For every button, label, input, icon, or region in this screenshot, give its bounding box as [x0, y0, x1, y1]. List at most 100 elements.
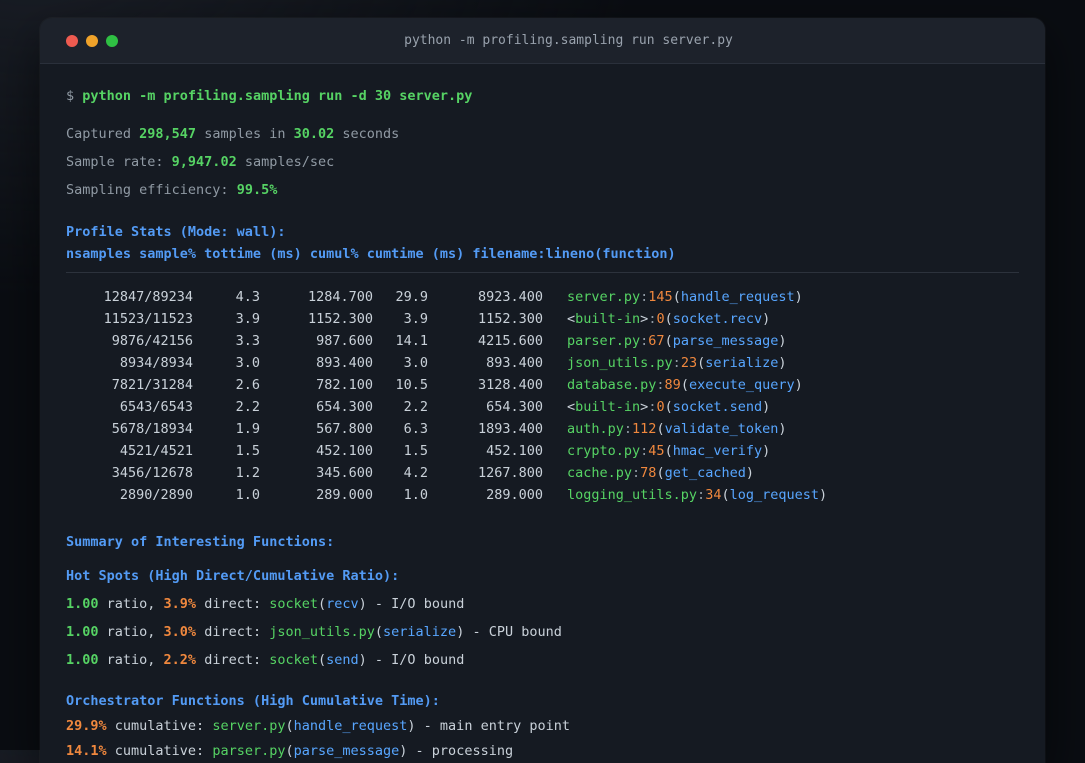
cell-location: logging_utils.py:34(log_request)	[567, 484, 827, 506]
text-segment: ratio,	[98, 652, 164, 668]
text-segment: )	[794, 377, 803, 393]
maximize-button[interactable]	[106, 34, 118, 47]
text-segment: )	[407, 718, 416, 734]
text-segment: <	[567, 311, 576, 327]
cell-location: server.py:145(handle_request)	[567, 286, 803, 308]
cell-location: cache.py:78(get_cached)	[567, 462, 754, 484]
sample-rate-line: Sample rate: 9,947.02 samples/sec	[66, 152, 1019, 172]
stats-row: 4521/4521 1.5 452.100 1.5 452.100 crypto.py:4…	[66, 440, 1019, 462]
text-segment: 23	[680, 355, 698, 371]
stats-row: 11523/11523 3.9 1152.300 3.9 1152.300 <built-…	[66, 308, 1019, 330]
text-segment: )	[778, 355, 787, 371]
text-segment: $	[66, 88, 83, 104]
text-segment: json_utils.py	[567, 355, 673, 371]
text-segment: built-in	[575, 311, 641, 327]
text-segment: 3.0%	[163, 624, 197, 640]
stats-column-header: nsamples sample% tottime (ms) cumul% cum…	[66, 244, 1019, 264]
cell-cp: 6.3	[403, 421, 428, 437]
cell-sp: 2.2	[235, 399, 260, 415]
text-segment: 9,947.02	[171, 154, 237, 170]
text-segment: socket	[269, 652, 318, 668]
text-segment: nsamples sample% tottime (ms) cumul% cum…	[66, 246, 676, 262]
command-section: $ python -m profiling.sampling run -d 30…	[66, 64, 1019, 106]
cell-location: <built-in>:0(socket.send)	[567, 396, 770, 418]
text-segment: - main entry point	[415, 718, 570, 734]
cell-n: 2890/2890	[119, 487, 193, 503]
text-segment: 34	[705, 487, 722, 503]
window-titlebar[interactable]: python -m profiling.sampling run server.…	[40, 18, 1045, 64]
text-segment: (	[664, 399, 673, 415]
orchestrator-title: Orchestrator Functions (High Cumulative …	[66, 691, 1019, 711]
text-segment: Summary of Interesting Functions:	[66, 534, 335, 550]
cell-sp: 3.0	[235, 355, 260, 371]
text-segment: seconds	[334, 126, 400, 142]
cell-location: auth.py:112(validate_token)	[567, 418, 787, 440]
text-segment: :	[623, 421, 633, 437]
cell-n: 8934/8934	[119, 355, 193, 371]
cell-n: 5678/18934	[111, 421, 193, 437]
cell-location: crypto.py:45(hmac_verify)	[567, 440, 770, 462]
table-divider	[66, 272, 1019, 273]
text-segment: (	[656, 465, 665, 481]
cell-ct: 1267.800	[477, 465, 543, 481]
text-segment: parser.py	[212, 743, 286, 759]
text-segment: 29.9%	[66, 718, 107, 734]
text-segment: logging_utils.py	[567, 487, 698, 503]
text-segment: )	[819, 487, 828, 503]
text-segment: (	[318, 652, 327, 668]
cell-ct: 8923.400	[477, 289, 543, 305]
text-segment: - CPU bound	[464, 624, 562, 640]
cell-tt: 1152.300	[307, 311, 373, 327]
text-segment: 0	[656, 399, 665, 415]
text-segment: ratio,	[98, 596, 164, 612]
text-segment: 14.1%	[66, 743, 107, 759]
text-segment: )	[762, 311, 771, 327]
cell-tt: 987.600	[316, 333, 373, 349]
text-segment: Hot Spots (High Direct/Cumulative Ratio)…	[66, 568, 400, 584]
text-segment: 1.00	[66, 624, 99, 640]
hot-spot-line: 1.00 ratio, 3.9% direct: socket(recv) - …	[66, 594, 1019, 614]
text-segment: (	[672, 289, 681, 305]
text-segment: 112	[632, 421, 657, 437]
minimize-button[interactable]	[86, 34, 98, 47]
cell-ct: 289.000	[486, 487, 543, 503]
window-title: python -m profiling.sampling run server.…	[404, 33, 733, 48]
text-segment: 2.2%	[163, 652, 197, 668]
text-segment: )	[794, 289, 803, 305]
window-controls	[66, 34, 118, 47]
close-button[interactable]	[66, 34, 78, 47]
cell-sp: 4.3	[235, 289, 260, 305]
text-segment: <	[567, 399, 576, 415]
terminal-screen[interactable]: $ python -m profiling.sampling run -d 30…	[40, 64, 1045, 761]
text-segment: )	[745, 465, 754, 481]
text-segment: )	[762, 443, 771, 459]
text-segment: handle_request	[680, 289, 795, 305]
cell-tt: 654.300	[316, 399, 373, 415]
text-segment: parse_message	[293, 743, 400, 759]
hot-spots-title: Hot Spots (High Direct/Cumulative Ratio)…	[66, 566, 1019, 586]
orchestrator-section: Orchestrator Functions (High Cumulative …	[66, 691, 1019, 761]
sampling-efficiency-line: Sampling efficiency: 99.5%	[66, 180, 1019, 200]
text-segment: server.py	[567, 289, 641, 305]
text-segment: Sample rate:	[66, 154, 172, 170]
captured-samples-line: Captured 298,547 samples in 30.02 second…	[66, 124, 1019, 144]
text-segment: cache.py	[567, 465, 633, 481]
cell-cp: 29.9	[395, 289, 428, 305]
cell-ct: 3128.400	[477, 377, 543, 393]
text-segment: 45	[648, 443, 665, 459]
cell-tt: 893.400	[316, 355, 373, 371]
cell-sp: 1.5	[235, 443, 260, 459]
text-segment: get_cached	[664, 465, 746, 481]
text-segment: parse_message	[672, 333, 779, 349]
text-segment: socket.send	[672, 399, 763, 415]
cell-n: 12847/89234	[103, 289, 193, 305]
text-segment: log_request	[729, 487, 819, 503]
text-segment: samples in	[196, 126, 294, 142]
text-segment: )	[762, 399, 771, 415]
hot-spots-section: Hot Spots (High Direct/Cumulative Ratio)…	[66, 566, 1019, 670]
text-segment: cumulative:	[106, 718, 213, 734]
text-segment: Captured	[66, 126, 140, 142]
text-segment: (	[285, 718, 294, 734]
text-segment: direct:	[196, 624, 270, 640]
text-segment: 67	[648, 333, 665, 349]
